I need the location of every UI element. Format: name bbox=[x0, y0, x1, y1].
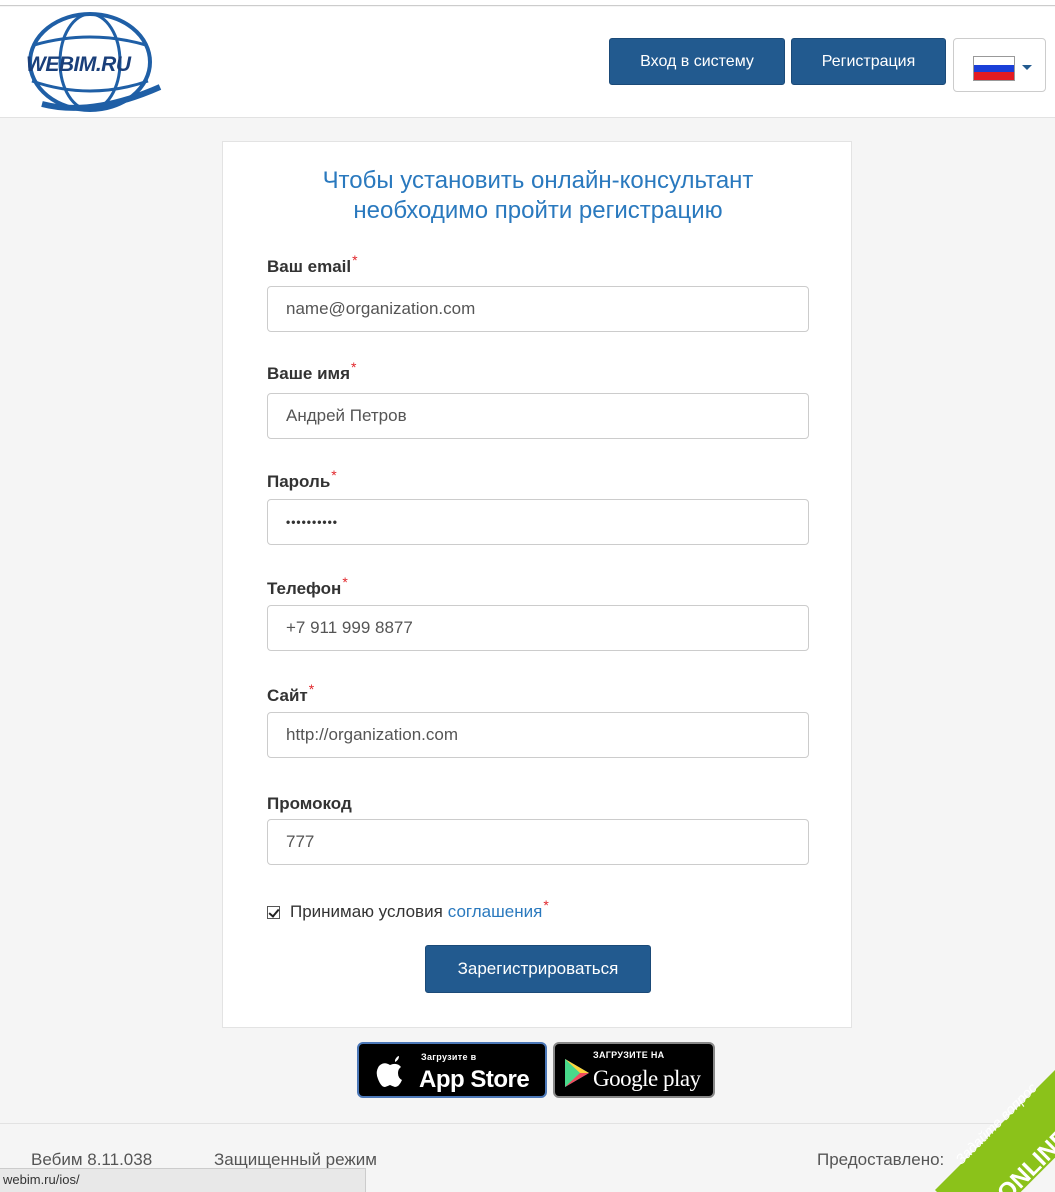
agree-row: Принимаю условия соглашения * bbox=[267, 897, 549, 922]
russia-flag-icon bbox=[973, 56, 1015, 81]
email-label: Ваш email* bbox=[267, 252, 358, 276]
top-border bbox=[0, 0, 1055, 6]
required-mark: * bbox=[331, 467, 337, 483]
status-bar-url: webim.ru/ios/ bbox=[0, 1168, 366, 1192]
phone-field[interactable]: +7 911 999 8877 bbox=[267, 605, 809, 651]
gplay-small-text: ЗАГРУЗИТЕ НА bbox=[593, 1050, 665, 1060]
appstore-big-text: App Store bbox=[419, 1066, 530, 1093]
online-chat-ribbon[interactable]: Задайте вопрос ONLINE bbox=[930, 1060, 1055, 1192]
language-selector[interactable] bbox=[953, 38, 1046, 92]
form-title-line1: Чтобы установить онлайн-консультант bbox=[322, 167, 754, 194]
gplay-big-text: Google play bbox=[593, 1066, 701, 1091]
footer-version: Вебим 8.11.038 bbox=[31, 1150, 153, 1169]
submit-register-button[interactable]: Зарегистрироваться bbox=[425, 945, 651, 993]
footer-divider bbox=[0, 1123, 1055, 1124]
agree-checkbox[interactable] bbox=[267, 905, 280, 919]
agree-text: Принимаю условия bbox=[290, 902, 443, 921]
agreement-link[interactable]: соглашения bbox=[448, 902, 543, 922]
required-mark: * bbox=[308, 681, 315, 697]
register-button[interactable]: Регистрация bbox=[791, 38, 946, 85]
email-field[interactable]: name@organization.com bbox=[267, 286, 809, 332]
apple-icon bbox=[376, 1056, 402, 1087]
form-title: Чтобы установить онлайн-консультант необ… bbox=[223, 166, 853, 226]
password-label: Пароль* bbox=[267, 467, 337, 491]
registration-card: Чтобы установить онлайн-консультант необ… bbox=[222, 141, 852, 1028]
promo-label: Промокод bbox=[267, 794, 352, 813]
phone-label: Телефон* bbox=[267, 574, 348, 598]
webim-logo[interactable]: WEBIM.RU bbox=[22, 9, 172, 115]
site-label: Сайт* bbox=[267, 681, 315, 705]
site-field[interactable]: http://organization.com bbox=[267, 712, 809, 758]
password-field[interactable]: •••••••••• bbox=[267, 499, 809, 545]
footer-provided: Предоставлено: bbox=[817, 1150, 945, 1169]
promo-field[interactable]: 777 bbox=[267, 819, 809, 865]
name-label: Ваше имя* bbox=[267, 359, 357, 383]
logo-text: WEBIM.RU bbox=[26, 53, 131, 76]
google-play-icon bbox=[565, 1059, 589, 1087]
app-store-badge[interactable]: Загрузите в App Store bbox=[357, 1042, 547, 1098]
required-mark: * bbox=[351, 359, 357, 375]
login-button[interactable]: Вход в систему bbox=[609, 38, 785, 85]
chevron-down-icon bbox=[1022, 65, 1032, 70]
name-field[interactable]: Андрей Петров bbox=[267, 393, 809, 439]
required-mark: * bbox=[342, 574, 348, 590]
site-header: WEBIM.RU Вход в систему Регистрация bbox=[0, 7, 1055, 118]
footer-secure-mode[interactable]: Защищенный режим bbox=[214, 1150, 377, 1170]
appstore-small-text: Загрузите в bbox=[421, 1052, 477, 1062]
required-mark: * bbox=[352, 252, 358, 268]
google-play-badge[interactable]: ЗАГРУЗИТЕ НА Google play bbox=[553, 1042, 715, 1098]
required-mark: * bbox=[543, 897, 549, 913]
form-title-line2: необходимо пройти регистрацию bbox=[353, 197, 723, 224]
